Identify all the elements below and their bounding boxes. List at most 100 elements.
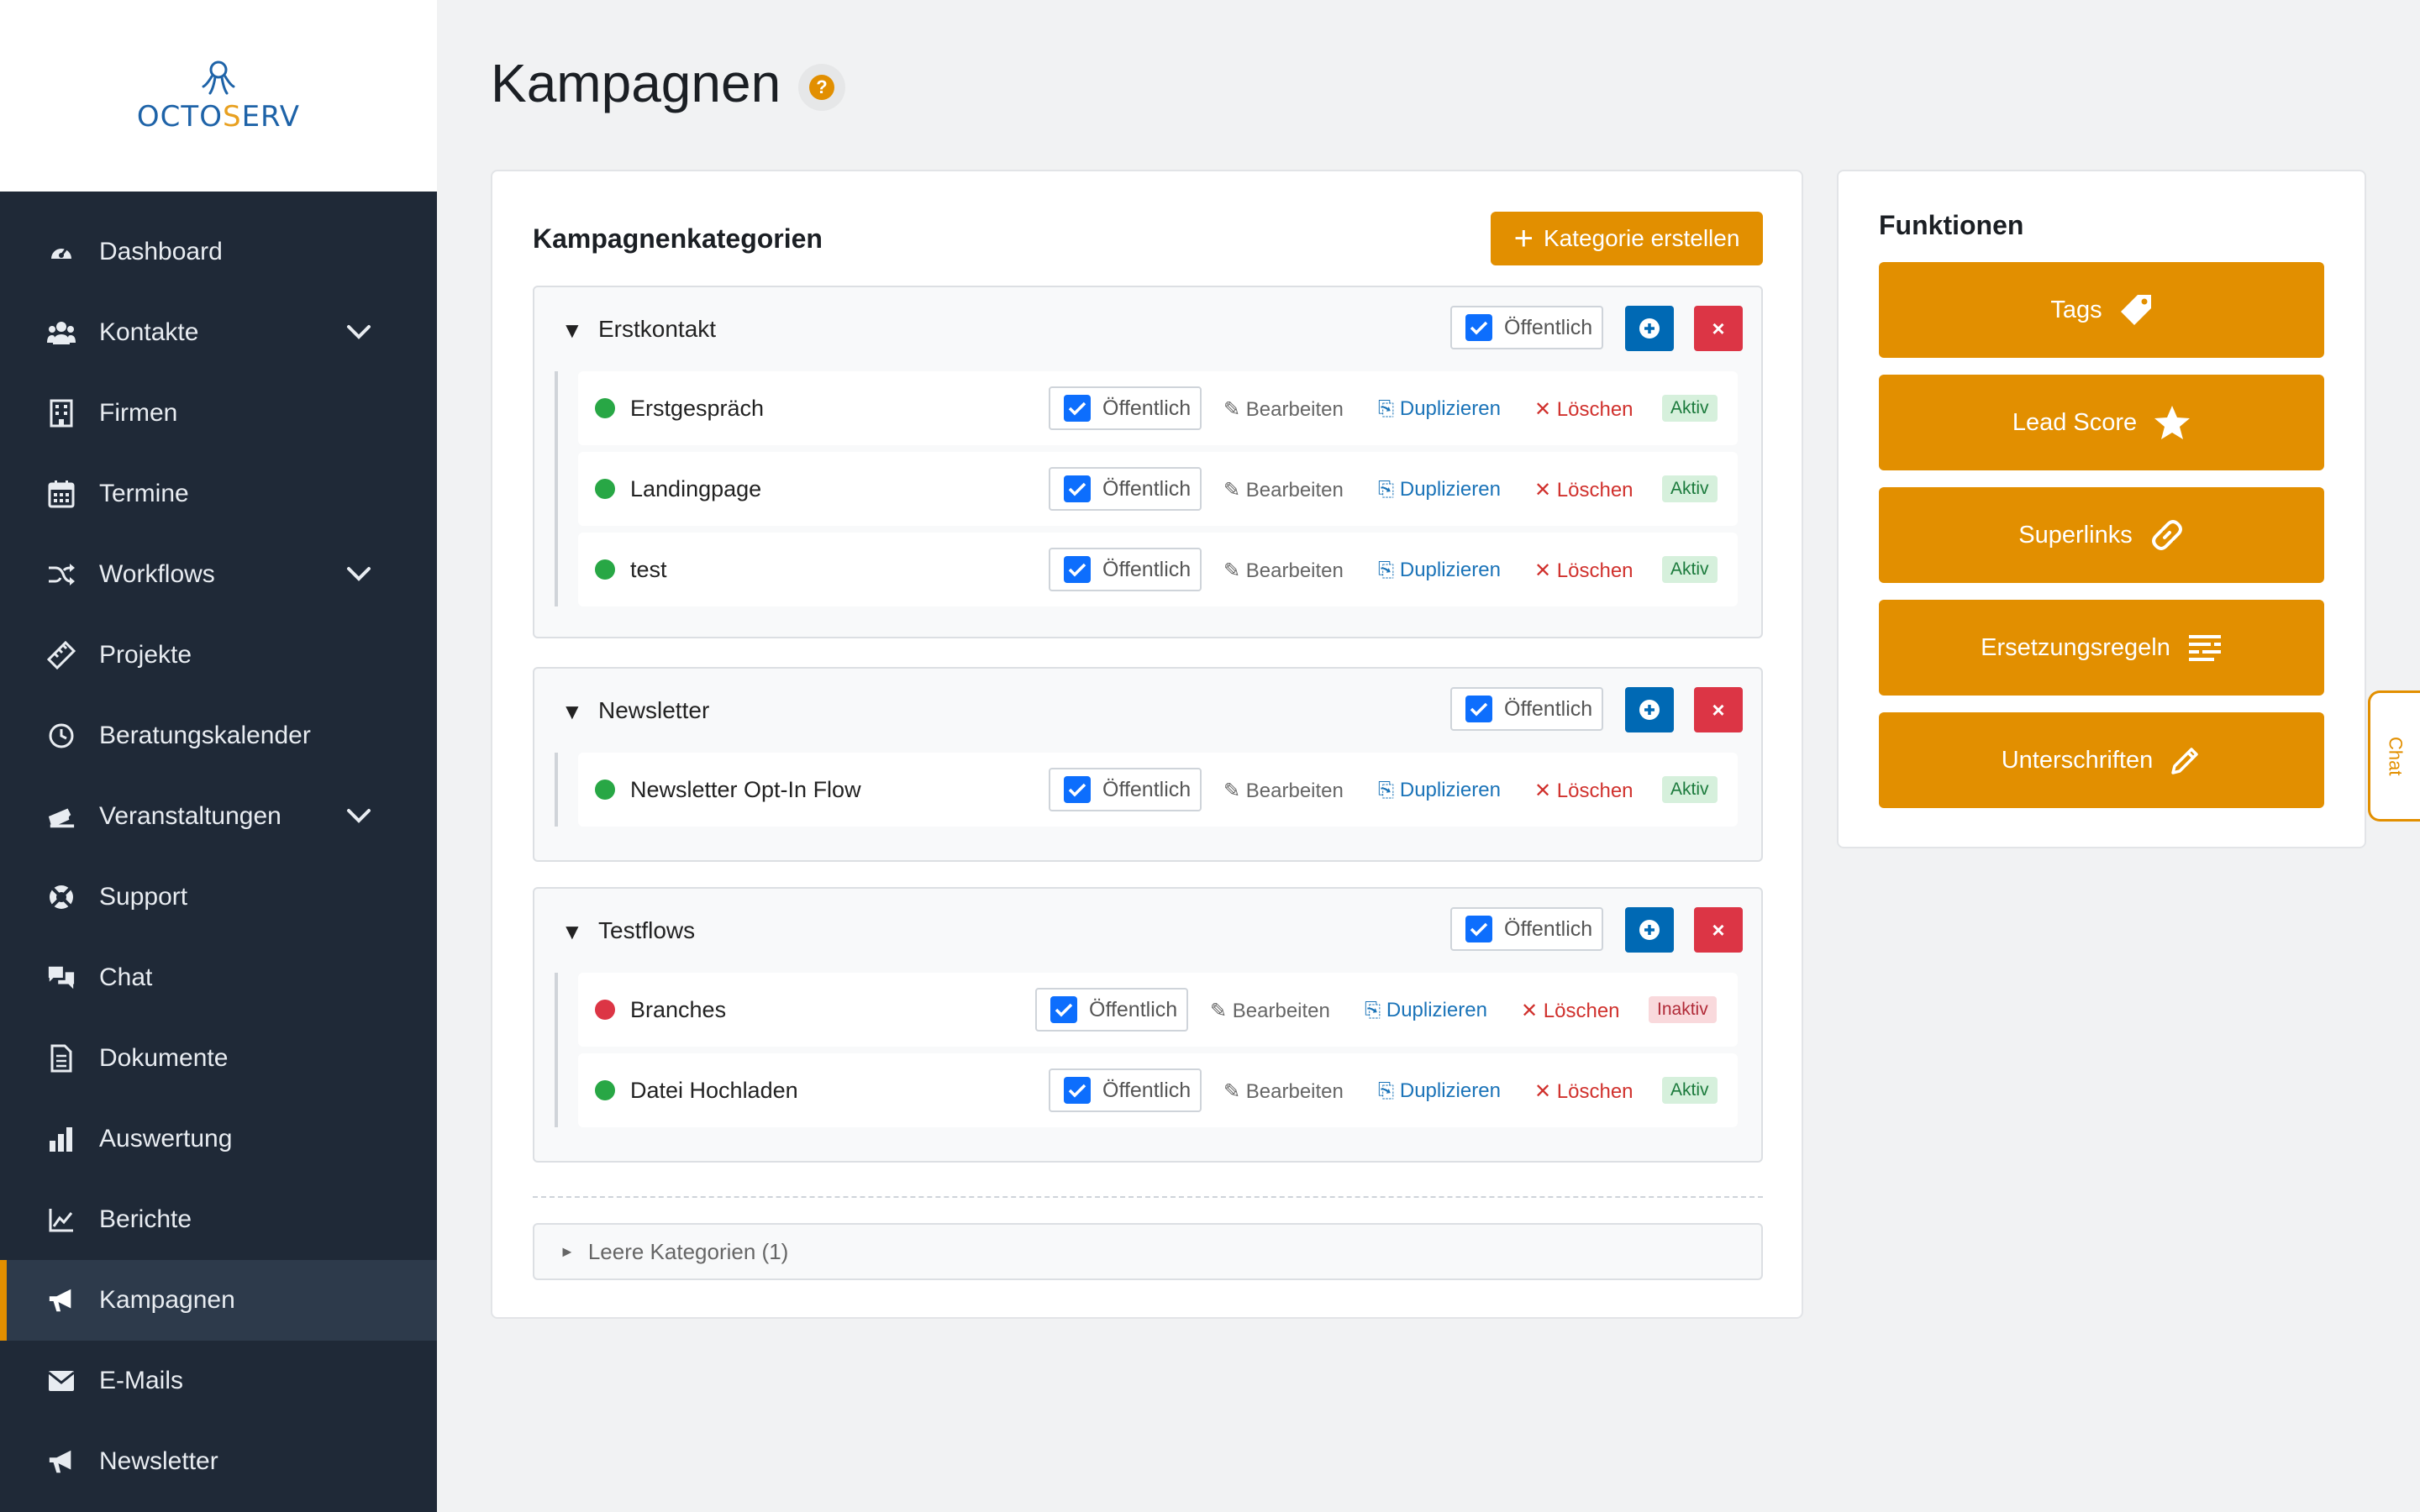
checkbox-checked-icon <box>1064 475 1091 502</box>
checkbox-checked-icon <box>1064 556 1091 583</box>
category-public-checkbox[interactable]: Öffentlich <box>1450 687 1603 731</box>
sidebar-item-label: Kampagnen <box>99 1286 235 1314</box>
ticket-icon <box>47 802 76 831</box>
edit-link[interactable]: ✎ Bearbeiten <box>1223 1079 1344 1104</box>
delete-category-button[interactable]: × <box>1694 907 1743 953</box>
collapse-triangle-icon[interactable]: ▼ <box>561 699 583 725</box>
sidebar-item-label: Veranstaltungen <box>99 802 281 830</box>
flow-public-checkbox[interactable]: Öffentlich <box>1049 548 1202 591</box>
sidebar-item-veranstaltungen[interactable]: Veranstaltungen <box>0 776 437 857</box>
sidebar-item-label: Workflows <box>99 560 215 588</box>
superlinks-button[interactable]: Superlinks <box>1879 487 2324 583</box>
delete-link[interactable]: ✕ Löschen <box>1534 1079 1634 1104</box>
sidebar-item-beratungskalender[interactable]: Beratungskalender <box>0 696 437 776</box>
duplicate-link[interactable]: ⎘ Duplizieren <box>1378 779 1501 802</box>
create-category-button[interactable]: + Kategorie erstellen <box>1491 212 1763 265</box>
public-label: Öffentlich <box>1504 315 1593 339</box>
category-public-checkbox[interactable]: Öffentlich <box>1450 907 1603 951</box>
duplicate-link[interactable]: ⎘ Duplizieren <box>1378 1079 1501 1103</box>
lead-score-button[interactable]: Lead Score <box>1879 375 2324 470</box>
collapse-triangle-icon[interactable]: ▼ <box>561 318 583 344</box>
tags-button[interactable]: Tags <box>1879 262 2324 358</box>
duplicate-link[interactable]: ⎘ Duplizieren <box>1378 397 1501 421</box>
delete-link[interactable]: ✕ Löschen <box>1521 999 1620 1023</box>
flow-name: Datei Hochladen <box>630 1078 798 1103</box>
edit-link[interactable]: ✎ Bearbeiten <box>1223 779 1344 803</box>
edit-link[interactable]: ✎ Bearbeiten <box>1210 999 1330 1023</box>
sidebar-item-auswertung[interactable]: Auswertung <box>0 1099 437 1179</box>
add-flow-button[interactable] <box>1625 907 1674 953</box>
chevron-down-icon[interactable] <box>345 321 373 344</box>
empty-categories-toggle[interactable]: ► Leere Kategorien (1) <box>533 1223 1763 1280</box>
sidebar-item-label: Beratungskalender <box>99 722 311 749</box>
add-flow-button[interactable] <box>1625 687 1674 732</box>
document-icon <box>47 1044 76 1073</box>
flow-row: test Öffentlich ✎ Bearbeiten ⎘ Duplizier… <box>578 533 1738 606</box>
sidebar-item-dokumente[interactable]: Dokumente <box>0 1018 437 1099</box>
category-erstkontakt: ▼ Erstkontakt Öffentlich × Erstgespräch … <box>533 286 1763 638</box>
delete-link[interactable]: ✕ Löschen <box>1534 478 1634 502</box>
flow-name: Landingpage <box>630 476 762 501</box>
sidebar-item-label: Auswertung <box>99 1125 233 1152</box>
delete-category-button[interactable]: × <box>1694 306 1743 351</box>
duplicate-link[interactable]: ⎘ Duplizieren <box>1378 559 1501 582</box>
add-flow-button[interactable] <box>1625 306 1674 351</box>
flow-row: Datei Hochladen Öffentlich ✎ Bearbeiten … <box>578 1053 1738 1127</box>
flow-public-checkbox[interactable]: Öffentlich <box>1049 1068 1202 1112</box>
logo[interactable]: OCTOSERV <box>0 0 437 192</box>
category-public-checkbox[interactable]: Öffentlich <box>1450 306 1603 349</box>
checkbox-checked-icon <box>1064 1077 1091 1104</box>
sidebar-item-newsletter[interactable]: Newsletter <box>0 1421 437 1502</box>
sidebar-item-projekte[interactable]: Projekte <box>0 615 437 696</box>
sidebar-item-dashboard[interactable]: Dashboard <box>0 212 437 292</box>
delete-link[interactable]: ✕ Löschen <box>1534 397 1634 422</box>
status-dot-active <box>595 479 615 499</box>
chevron-down-icon[interactable] <box>345 805 373 828</box>
collapse-triangle-icon[interactable]: ▼ <box>561 919 583 945</box>
sidebar-item-e-mails[interactable]: E-Mails <box>0 1341 437 1421</box>
duplicate-link[interactable]: ⎘ Duplizieren <box>1365 999 1487 1022</box>
replacement-rules-button[interactable]: Ersetzungsregeln <box>1879 600 2324 696</box>
chevron-down-icon[interactable] <box>345 563 373 586</box>
flow-public-checkbox[interactable]: Öffentlich <box>1049 467 1202 511</box>
signatures-label: Unterschriften <box>2001 746 2154 774</box>
flow-row: Branches Öffentlich ✎ Bearbeiten ⎘ Dupli… <box>578 973 1738 1047</box>
lifebuoy-icon <box>47 883 76 911</box>
page-title: Kampagnen <box>491 53 781 113</box>
sidebar-item-kampagnen[interactable]: Kampagnen <box>0 1260 437 1341</box>
sidebar-item-label: Dokumente <box>99 1044 229 1072</box>
sidebar-item-kontakte[interactable]: Kontakte <box>0 292 437 373</box>
signatures-button[interactable]: Unterschriften <box>1879 712 2324 808</box>
flow-name: Erstgespräch <box>630 396 765 421</box>
public-label: Öffentlich <box>1102 777 1192 801</box>
sidebar-item-berichte[interactable]: Berichte <box>0 1179 437 1260</box>
octopus-logo-icon <box>202 60 235 95</box>
sidebar-item-chat[interactable]: Chat <box>0 937 437 1018</box>
sidebar-item-termine[interactable]: Termine <box>0 454 437 534</box>
edit-link[interactable]: ✎ Bearbeiten <box>1223 559 1344 583</box>
sidebar-item-workflows[interactable]: Workflows <box>0 534 437 615</box>
sidebar-item-label: Berichte <box>99 1205 192 1233</box>
delete-link[interactable]: ✕ Löschen <box>1534 779 1634 803</box>
public-label: Öffentlich <box>1102 1078 1192 1102</box>
chat-tab-button[interactable]: Chat <box>2368 690 2420 822</box>
public-label: Öffentlich <box>1102 476 1192 501</box>
flow-public-checkbox[interactable]: Öffentlich <box>1049 768 1202 811</box>
sidebar-item-firmen[interactable]: Firmen <box>0 373 437 454</box>
tag-icon <box>2120 295 2151 325</box>
delete-category-button[interactable]: × <box>1694 687 1743 732</box>
delete-link[interactable]: ✕ Löschen <box>1534 559 1634 583</box>
help-button[interactable]: ? <box>798 64 845 111</box>
duplicate-link[interactable]: ⎘ Duplizieren <box>1378 478 1501 501</box>
replacement-rules-label: Ersetzungsregeln <box>1981 633 2170 661</box>
sidebar-item-support[interactable]: Support <box>0 857 437 937</box>
public-label: Öffentlich <box>1504 696 1593 721</box>
dashboard-icon <box>47 238 76 266</box>
edit-link[interactable]: ✎ Bearbeiten <box>1223 397 1344 422</box>
logo-text: OCTOSERV <box>136 100 301 134</box>
flow-public-checkbox[interactable]: Öffentlich <box>1049 386 1202 430</box>
megaphone-icon <box>47 1286 76 1315</box>
flow-public-checkbox[interactable]: Öffentlich <box>1035 988 1188 1032</box>
plus-circle-icon <box>1639 920 1660 940</box>
edit-link[interactable]: ✎ Bearbeiten <box>1223 478 1344 502</box>
